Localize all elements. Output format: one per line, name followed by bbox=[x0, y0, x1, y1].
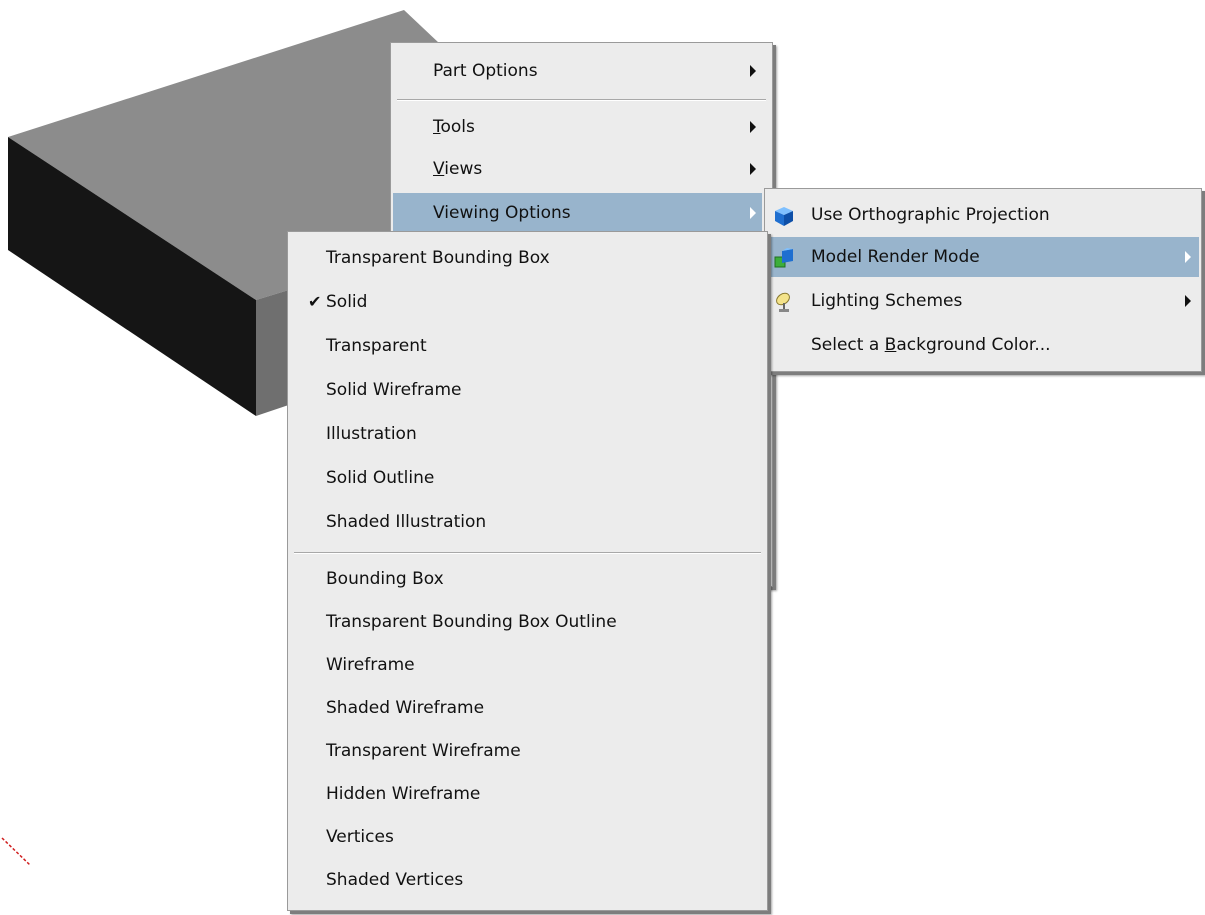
menu-item-label: Shaded Illustration bbox=[326, 512, 487, 532]
menu-item-illustration[interactable]: Illustration bbox=[290, 414, 765, 454]
menu-item-label: Solid bbox=[326, 292, 368, 312]
menu-item-viewing-options[interactable]: Viewing Options bbox=[393, 193, 762, 233]
menu-item-transparent-bounding-box[interactable]: Transparent Bounding Box bbox=[290, 238, 765, 278]
menu-item-transparent[interactable]: Transparent bbox=[290, 326, 765, 366]
submenu-arrow-icon bbox=[750, 163, 756, 175]
menu-item-solid-wireframe[interactable]: Solid Wireframe bbox=[290, 370, 765, 410]
menu-item-solid[interactable]: ✔ Solid bbox=[290, 282, 765, 322]
menu-item-transparent-bounding-box-outline[interactable]: Transparent Bounding Box Outline bbox=[290, 602, 765, 642]
menu-item-transparent-wireframe[interactable]: Transparent Wireframe bbox=[290, 731, 765, 771]
menu-item-label: Shaded Wireframe bbox=[326, 698, 485, 718]
render-mode-submenu: Transparent Bounding Box ✔ Solid Transpa… bbox=[287, 231, 768, 911]
cube-icon bbox=[775, 207, 793, 226]
menu-item-label: Transparent bbox=[326, 336, 427, 356]
menu-item-label: Wireframe bbox=[326, 655, 415, 675]
menu-item-shaded-vertices[interactable]: Shaded Vertices bbox=[290, 860, 765, 900]
submenu-arrow-icon bbox=[750, 207, 756, 219]
menu-item-lighting-schemes[interactable]: Lighting Schemes bbox=[767, 281, 1199, 321]
menu-item-label: Transparent Bounding Box Outline bbox=[326, 612, 617, 632]
viewing-options-submenu: Use Orthographic Projection Model Render… bbox=[764, 188, 1202, 372]
menu-item-label: Solid Outline bbox=[326, 468, 435, 488]
submenu-arrow-icon bbox=[1185, 295, 1191, 307]
menu-item-bounding-box[interactable]: Bounding Box bbox=[290, 559, 765, 599]
menu-item-part-options[interactable]: Part Options bbox=[393, 51, 770, 91]
menu-item-label: Shaded Vertices bbox=[326, 870, 464, 890]
menu-item-label: Part Options bbox=[433, 61, 538, 81]
menu-item-use-orthographic-projection[interactable]: Use Orthographic Projection bbox=[767, 195, 1199, 235]
menu-item-label: Hidden Wireframe bbox=[326, 784, 481, 804]
checkmark-icon: ✔ bbox=[308, 292, 322, 311]
menu-item-label: Solid Wireframe bbox=[326, 380, 462, 400]
submenu-arrow-icon bbox=[1185, 251, 1191, 263]
lamp-icon bbox=[776, 292, 790, 312]
menu-item-tools[interactable]: Tools bbox=[393, 107, 770, 147]
menu-item-hidden-wireframe[interactable]: Hidden Wireframe bbox=[290, 774, 765, 814]
menu-item-views[interactable]: Views bbox=[393, 149, 770, 189]
menu-item-model-render-mode[interactable]: Model Render Mode bbox=[767, 237, 1199, 277]
menu-item-label: Vertices bbox=[326, 827, 394, 847]
menu-item-label: Tools bbox=[433, 117, 475, 137]
menu-item-label: Lighting Schemes bbox=[811, 291, 963, 311]
submenu-arrow-icon bbox=[750, 65, 756, 77]
menu-item-label: Select a Background Color... bbox=[811, 335, 1051, 355]
menu-item-label: Model Render Mode bbox=[811, 247, 980, 267]
menu-item-label: Illustration bbox=[326, 424, 417, 444]
menu-item-label: Transparent Bounding Box bbox=[326, 248, 550, 268]
menu-item-label: Viewing Options bbox=[433, 203, 571, 223]
menu-item-vertices[interactable]: Vertices bbox=[290, 817, 765, 857]
render-mode-icon bbox=[774, 248, 793, 268]
menu-separator bbox=[397, 99, 766, 101]
menu-item-label: Transparent Wireframe bbox=[326, 741, 521, 761]
menu-item-shaded-wireframe[interactable]: Shaded Wireframe bbox=[290, 688, 765, 728]
menu-item-label: Views bbox=[433, 159, 483, 179]
menu-separator bbox=[294, 552, 761, 554]
menu-item-label: Bounding Box bbox=[326, 569, 444, 589]
menu-item-solid-outline[interactable]: Solid Outline bbox=[290, 458, 765, 498]
menu-item-wireframe[interactable]: Wireframe bbox=[290, 645, 765, 685]
axis-indicator bbox=[1, 837, 31, 866]
submenu-arrow-icon bbox=[750, 121, 756, 133]
menu-item-select-background-color[interactable]: Select a Background Color... bbox=[767, 325, 1199, 365]
menu-item-shaded-illustration[interactable]: Shaded Illustration bbox=[290, 502, 765, 542]
menu-item-label: Use Orthographic Projection bbox=[811, 205, 1050, 225]
